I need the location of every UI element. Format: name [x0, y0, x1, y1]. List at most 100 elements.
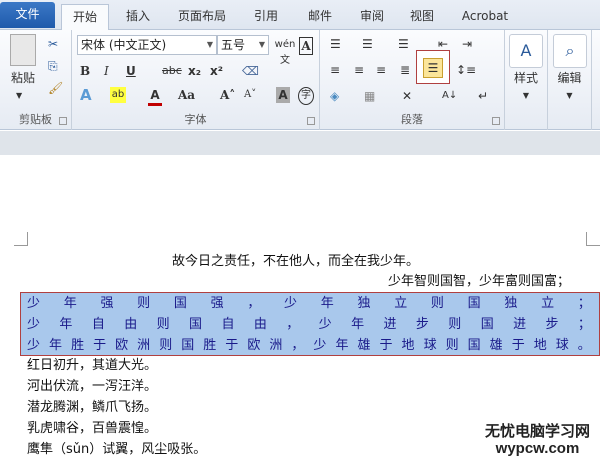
character-border-icon[interactable]: A [299, 37, 313, 55]
highlight-icon[interactable]: ab [110, 87, 126, 103]
selected-char: 少 [284, 296, 298, 311]
multilevel-list-icon[interactable]: ☰ [398, 36, 409, 52]
change-case-button[interactable]: Aa [178, 87, 195, 103]
styles-group[interactable]: A 样式 ▼ [505, 30, 548, 130]
grow-font-button[interactable]: A˄ [220, 87, 235, 103]
tab-home[interactable]: 开始 [61, 4, 109, 31]
ribbon-tabs: 文件 开始 插入 页面布局 引用 邮件 审阅 视图 Acrobat [0, 0, 600, 31]
cut-icon[interactable]: ✂ [48, 36, 58, 52]
binoculars-icon: ⌕ [553, 34, 587, 68]
chevron-down-icon: ▼ [258, 40, 265, 49]
selected-line: 少 年 强 则 国 强 ， 少 年 独 立 则 国 独 立 ； [27, 293, 591, 314]
bullets-icon[interactable]: ☰ [330, 36, 341, 52]
clear-formatting-icon[interactable]: ⌫ [242, 63, 259, 79]
selected-char: 年 [320, 296, 334, 311]
tab-file[interactable]: 文件 [0, 2, 55, 28]
selected-char: 年 [63, 296, 77, 311]
selected-char: 欧 [115, 338, 129, 353]
tab-page-layout[interactable]: 页面布局 [170, 4, 234, 30]
editing-button-label: 编辑 [557, 71, 582, 85]
doc-line: 故今日之责任，不在他人，而全在我少年。 [172, 254, 420, 269]
align-left-icon[interactable]: ≡ [330, 62, 340, 78]
margin-corner-mark [586, 232, 600, 246]
watermark: 无忧电脑学习网 wypcw.com [485, 422, 590, 458]
phonetic-guide-icon[interactable]: wén 文 [274, 37, 296, 69]
selected-char: 则 [137, 296, 151, 311]
shading-icon[interactable]: ◈ [330, 88, 339, 104]
selected-char: 年 [49, 338, 63, 353]
dialog-launcher-icon[interactable] [307, 117, 315, 125]
font-name-select[interactable]: 宋体 (中文正文) ▼ [77, 35, 217, 55]
doc-line: 红日初升，其道大光。 [27, 358, 158, 373]
selected-char: 立 [541, 296, 555, 311]
editing-group[interactable]: ⌕ 编辑 ▼ [548, 30, 592, 130]
dialog-launcher-icon[interactable] [492, 117, 500, 125]
margin-corner-mark [14, 232, 28, 246]
align-right-icon[interactable]: ≡ [376, 62, 386, 78]
selected-char: 国 [480, 317, 494, 332]
paste-icon[interactable] [10, 34, 36, 66]
distributed-button-highlight[interactable]: ☰ [416, 50, 450, 84]
tab-view[interactable]: 视图 [402, 4, 442, 30]
show-marks-icon[interactable]: ↵ [478, 88, 488, 104]
tab-review[interactable]: 审阅 [352, 4, 392, 30]
increase-indent-icon[interactable]: ⇥ [462, 36, 472, 52]
character-shading-button[interactable]: A [276, 87, 290, 103]
subscript-button[interactable]: x₂ [188, 63, 201, 79]
tab-insert[interactable]: 插入 [118, 4, 158, 30]
align-center-icon[interactable]: ≡ [354, 62, 364, 78]
selected-char: 则 [430, 296, 444, 311]
selected-char: 年 [335, 338, 349, 353]
borders-icon[interactable]: ▦ [364, 88, 375, 104]
selected-char: 国 [189, 317, 203, 332]
tab-mailings[interactable]: 邮件 [300, 4, 340, 30]
font-name-value: 宋体 (中文正文) [81, 38, 167, 52]
justify-icon[interactable]: ≣ [400, 62, 410, 78]
font-group: 宋体 (中文正文) ▼ 五号 ▼ wén 文 A B I U abc x₂ x² ⌫… [72, 30, 320, 130]
line-spacing-icon[interactable]: ↕≡ [456, 62, 476, 78]
tab-references[interactable]: 引用 [246, 4, 286, 30]
copy-icon[interactable]: ⎘ [48, 58, 58, 74]
ribbon: 粘贴 ▼ ✂ ⎘ 🖌 剪贴板 宋体 (中文正文) ▼ 五号 ▼ wén 文 A B … [0, 30, 600, 130]
doc-line: 鹰隼（sǔn）试翼，风尘吸张。 [27, 442, 207, 457]
shrink-font-button[interactable]: A˅ [244, 87, 256, 103]
underline-button[interactable]: U [126, 63, 136, 79]
selected-char: 雄 [357, 338, 371, 353]
selected-char: 由 [253, 317, 267, 332]
sort-icon[interactable]: A↓ [442, 88, 457, 104]
selected-char: 国 [181, 338, 195, 353]
enclose-characters-button[interactable]: 字 [298, 87, 314, 105]
selected-char: ； [577, 317, 591, 332]
tab-acrobat[interactable]: Acrobat [455, 4, 515, 30]
doc-line: 河出伏流，一泻汪洋。 [27, 379, 158, 394]
chinese-layout-icon[interactable]: ✕ [402, 88, 412, 104]
selected-char: 。 [577, 338, 591, 353]
selected-char: 步 [545, 317, 559, 332]
dialog-launcher-icon[interactable] [59, 117, 67, 125]
selected-char: 少 [313, 338, 327, 353]
selected-char: 少 [27, 338, 41, 353]
selected-char: 由 [124, 317, 138, 332]
selected-char: 自 [221, 317, 235, 332]
selected-text[interactable]: 少年强则国强，少年独立则国独立； 少年自由则国自由，少年进步则国进步； 少年胜于… [20, 292, 600, 356]
selected-char: 自 [91, 317, 105, 332]
paste-dropdown-icon[interactable]: ▼ [16, 88, 22, 104]
selected-line: 少年胜于欧洲则国胜于欧洲，少年雄于地球则国雄于地球。 [27, 335, 591, 356]
styles-button-label: 样式 [513, 71, 538, 85]
doc-line: 乳虎啸谷，百兽震惶。 [27, 421, 158, 436]
font-color-icon[interactable]: A [148, 87, 162, 106]
selected-char: 于 [379, 338, 393, 353]
bold-button[interactable]: B [80, 63, 90, 79]
text-effects-icon[interactable]: A [80, 87, 92, 103]
watermark-cn: 无忧电脑学习网 [484, 422, 590, 440]
paste-button[interactable]: 粘贴 [8, 70, 38, 86]
numbering-icon[interactable]: ☰ [362, 36, 373, 52]
format-painter-icon[interactable]: 🖌 [48, 80, 63, 96]
selected-char: 欧 [247, 338, 261, 353]
strikethrough-button[interactable]: abc [162, 63, 182, 79]
font-size-select[interactable]: 五号 ▼ [217, 35, 269, 55]
italic-button[interactable]: I [104, 63, 109, 79]
superscript-button[interactable]: x² [210, 63, 223, 79]
selected-char: 于 [511, 338, 525, 353]
chevron-down-icon: ▼ [206, 40, 213, 49]
